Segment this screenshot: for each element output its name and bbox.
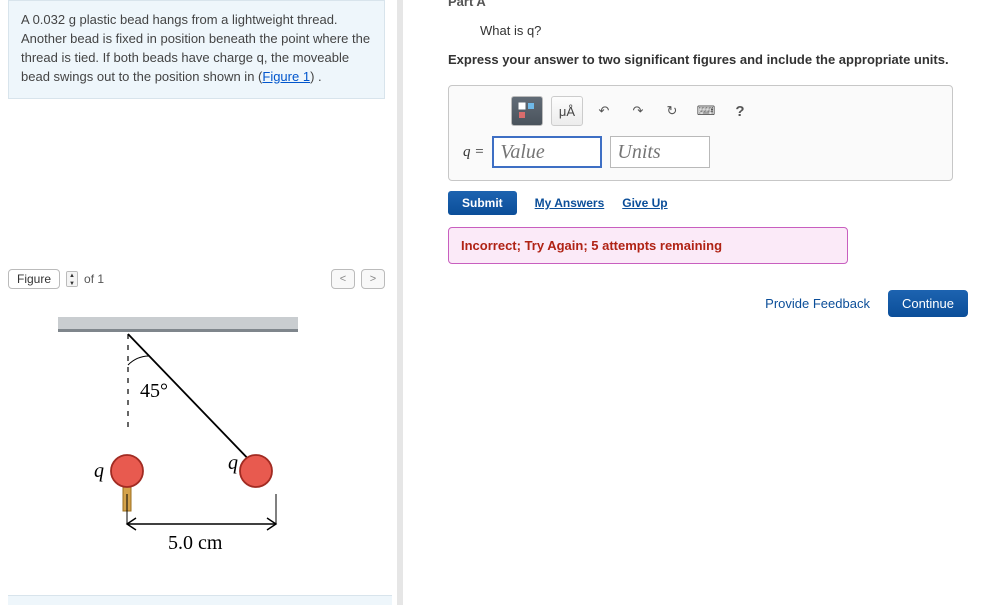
figure-next-button[interactable]: > xyxy=(361,269,385,289)
answer-instruction: Express your answer to two significant f… xyxy=(448,52,990,67)
provide-feedback-link[interactable]: Provide Feedback xyxy=(765,296,870,311)
give-up-link[interactable]: Give Up xyxy=(622,196,667,210)
my-answers-link[interactable]: My Answers xyxy=(535,196,605,210)
angle-label: 45° xyxy=(140,380,168,402)
units-input[interactable] xyxy=(610,136,710,168)
figure-of-label: of 1 xyxy=(84,272,104,286)
continue-button[interactable]: Continue xyxy=(888,290,968,317)
feedback-banner: Incorrect; Try Again; 5 attempts remaini… xyxy=(448,227,848,264)
problem-statement: A 0.032 g plastic bead hangs from a ligh… xyxy=(8,0,385,99)
decorative-strip xyxy=(8,595,392,605)
part-label: Part A xyxy=(448,0,990,9)
templates-button[interactable] xyxy=(511,96,543,126)
units-palette-button[interactable]: μÅ xyxy=(551,96,583,126)
value-input[interactable] xyxy=(492,136,602,168)
figure-tab[interactable]: Figure xyxy=(8,269,60,289)
reset-button[interactable]: ↻ xyxy=(659,96,685,126)
answer-box: μÅ ↶ ↷ ↻ ⌨ ? q = xyxy=(448,85,953,181)
problem-text-tail: ) . xyxy=(310,69,322,84)
figure-link[interactable]: Figure 1 xyxy=(262,69,310,84)
undo-button[interactable]: ↶ xyxy=(591,96,617,126)
help-button[interactable]: ? xyxy=(727,96,753,126)
answer-lhs: q = xyxy=(463,144,484,161)
redo-button[interactable]: ↷ xyxy=(625,96,651,126)
left-charge-label: q xyxy=(94,460,104,482)
figure-toolbar: Figure ▲▼ of 1 < > xyxy=(8,269,385,289)
question-text: What is q? xyxy=(480,23,990,38)
distance-label: 5.0 cm xyxy=(168,532,223,554)
figure-number-stepper[interactable]: ▲▼ xyxy=(66,271,78,287)
equation-toolbar: μÅ ↶ ↷ ↻ ⌨ ? xyxy=(511,96,942,126)
submit-button[interactable]: Submit xyxy=(448,191,517,215)
right-charge-label: q xyxy=(228,452,238,474)
figure-canvas: 45° q q 5.0 cm xyxy=(8,299,385,594)
keyboard-button[interactable]: ⌨ xyxy=(693,96,719,126)
figure-prev-button[interactable]: < xyxy=(331,269,355,289)
